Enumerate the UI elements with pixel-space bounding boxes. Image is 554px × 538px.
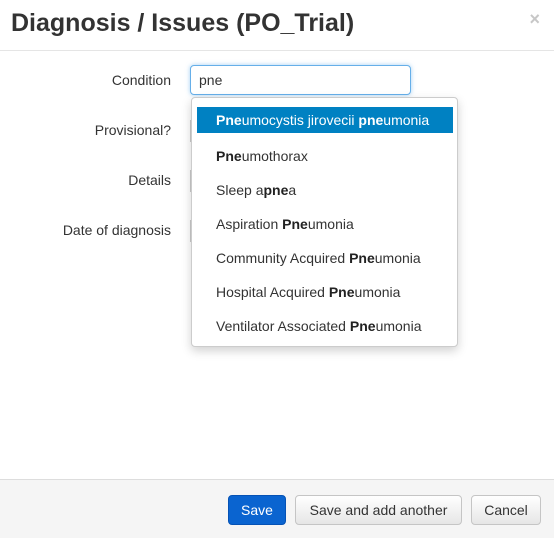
close-icon[interactable]: ×	[529, 10, 540, 28]
option-text: umonia	[383, 112, 430, 128]
cancel-button[interactable]: Cancel	[471, 495, 541, 525]
option-text: umonia	[307, 216, 354, 232]
option-text: a	[288, 182, 297, 198]
option-text: umothorax	[241, 148, 308, 164]
autocomplete-option[interactable]: Pneumocystis jirovecii pneumonia	[197, 107, 453, 133]
save-and-add-another-button[interactable]: Save and add another	[295, 495, 462, 525]
autocomplete-option[interactable]: Hospital Acquired Pneumonia	[192, 275, 457, 309]
autocomplete-option[interactable]: Aspiration Pneumonia	[192, 207, 457, 241]
match-highlight: Pne	[282, 216, 308, 232]
match-highlight: Pne	[349, 250, 375, 266]
match-highlight: pne	[263, 182, 289, 198]
match-highlight: Pne	[328, 284, 355, 300]
option-text: umonia	[375, 318, 422, 334]
match-highlight: Pne	[349, 318, 376, 334]
autocomplete-option[interactable]: Sleep apnea	[192, 173, 457, 207]
option-text: Hospital Acquired	[216, 284, 329, 300]
match-highlight: Pne	[216, 112, 242, 128]
match-highlight: pne	[358, 112, 384, 128]
autocomplete-dropdown: Pneumocystis jirovecii pneumonia Pneumoth…	[191, 97, 458, 347]
autocomplete-option[interactable]: Community Acquired Pneumonia	[192, 241, 457, 275]
option-text: Sleep a	[216, 182, 264, 198]
match-highlight: Pne	[216, 148, 242, 164]
date-of-diagnosis-label: Date of diagnosis	[62, 222, 171, 238]
option-text: Aspiration	[216, 216, 283, 232]
option-text: umonia	[374, 250, 421, 266]
option-text: umocystis jirovecii	[241, 112, 359, 128]
details-label: Details	[128, 172, 171, 188]
option-text: Ventilator Associated	[216, 318, 350, 334]
provisional-label: Provisional?	[94, 122, 171, 138]
autocomplete-option[interactable]: Ventilator Associated Pneumonia	[192, 309, 457, 343]
modal-footer: Save Save and add another Cancel	[0, 479, 554, 538]
option-text: Community Acquired	[216, 250, 350, 266]
condition-input[interactable]	[190, 65, 411, 95]
option-text: umonia	[354, 284, 401, 300]
condition-label: Condition	[111, 72, 171, 88]
modal-header: Diagnosis / Issues (PO_Trial) ×	[0, 0, 554, 51]
modal-title: Diagnosis / Issues (PO_Trial)	[11, 9, 355, 37]
autocomplete-option[interactable]: Pneumothorax	[192, 139, 457, 173]
save-button[interactable]: Save	[228, 495, 286, 525]
